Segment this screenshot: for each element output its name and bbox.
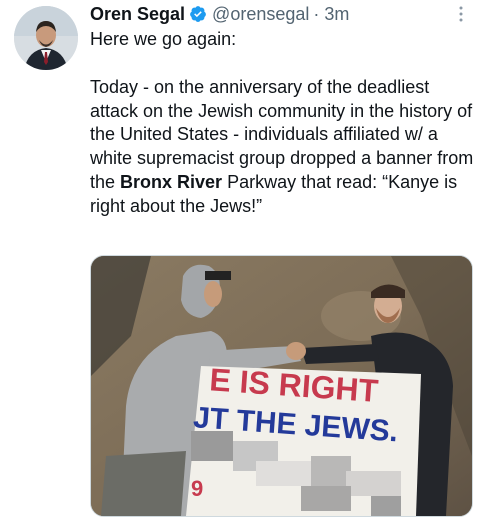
- tweet-media-photo[interactable]: E IS RIGHT JT THE JEWS. 9: [90, 255, 473, 517]
- avatar[interactable]: [14, 6, 78, 70]
- tweet-timestamp[interactable]: 3m: [324, 4, 349, 25]
- avatar-photo: [14, 6, 78, 70]
- tweet-header: Oren Segal @orensegal · 3m: [90, 3, 475, 25]
- author-name[interactable]: Oren Segal: [90, 4, 185, 25]
- more-vertical-icon[interactable]: [451, 4, 471, 24]
- verified-badge-icon: [189, 5, 207, 23]
- tweet-card: Oren Segal @orensegal · 3m Here we go ag…: [0, 0, 485, 517]
- location-bold: Bronx River: [120, 171, 223, 192]
- tweet-text: Here we go again: Today - on the anniver…: [90, 28, 475, 219]
- separator-dot: ·: [313, 3, 320, 24]
- tweet-text-line1: Here we go again:: [90, 29, 237, 49]
- author-handle[interactable]: @orensegal: [212, 4, 309, 25]
- photo-scene: E IS RIGHT JT THE JEWS. 9: [91, 256, 472, 516]
- tweet-text-paragraph: Today - on the anniversary of the deadli…: [90, 76, 475, 219]
- svg-text:9: 9: [191, 476, 203, 501]
